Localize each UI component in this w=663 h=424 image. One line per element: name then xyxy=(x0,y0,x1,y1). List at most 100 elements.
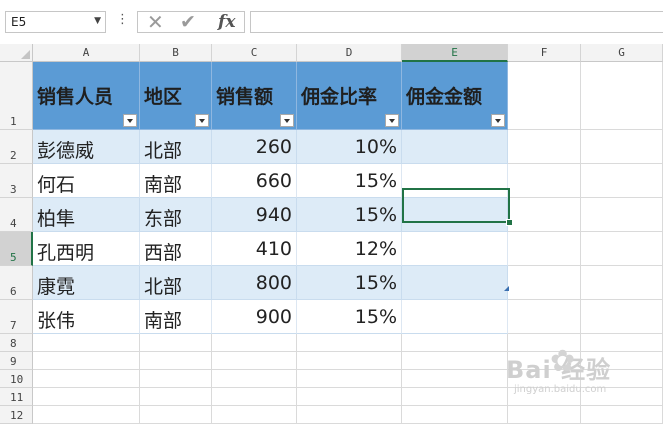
cell-g8[interactable] xyxy=(581,334,663,352)
cell-b12[interactable] xyxy=(140,406,212,424)
cell-d3[interactable]: 15% xyxy=(297,164,402,198)
cell-b3[interactable]: 南部 xyxy=(140,164,212,198)
column-header-g[interactable]: G xyxy=(581,44,663,62)
cell-b8[interactable] xyxy=(140,334,212,352)
cell-e1[interactable]: 佣金金额 xyxy=(402,62,508,130)
filter-dropdown-icon[interactable] xyxy=(491,114,505,127)
fill-handle[interactable] xyxy=(506,219,513,226)
cell-e8[interactable] xyxy=(402,334,508,352)
row-header-11[interactable]: 11 xyxy=(0,388,33,406)
cell-d10[interactable] xyxy=(297,370,402,388)
cell-a10[interactable] xyxy=(33,370,140,388)
cell-c3[interactable]: 660 xyxy=(212,164,297,198)
cell-e6[interactable] xyxy=(402,266,508,300)
column-header-c[interactable]: C xyxy=(212,44,297,62)
cell-c10[interactable] xyxy=(212,370,297,388)
column-header-f[interactable]: F xyxy=(508,44,581,62)
cell-e7[interactable] xyxy=(402,300,508,334)
cell-b6[interactable]: 北部 xyxy=(140,266,212,300)
cell-e5[interactable] xyxy=(402,232,508,266)
cell-g5[interactable] xyxy=(581,232,663,266)
cell-a2[interactable]: 彭德威 xyxy=(33,130,140,164)
cell-c5[interactable]: 410 xyxy=(212,232,297,266)
cell-g12[interactable] xyxy=(581,406,663,424)
cell-a7[interactable]: 张伟 xyxy=(33,300,140,334)
column-header-d[interactable]: D xyxy=(297,44,402,62)
cell-a12[interactable] xyxy=(33,406,140,424)
cell-g3[interactable] xyxy=(581,164,663,198)
cell-b7[interactable]: 南部 xyxy=(140,300,212,334)
cell-c11[interactable] xyxy=(212,388,297,406)
cell-e11[interactable] xyxy=(402,388,508,406)
cell-b11[interactable] xyxy=(140,388,212,406)
formula-input[interactable] xyxy=(250,11,663,33)
cell-g9[interactable] xyxy=(581,352,663,370)
cell-d6[interactable]: 15% xyxy=(297,266,402,300)
column-header-b[interactable]: B xyxy=(140,44,212,62)
cell-d8[interactable] xyxy=(297,334,402,352)
cell-e10[interactable] xyxy=(402,370,508,388)
cell-c6[interactable]: 800 xyxy=(212,266,297,300)
column-header-a[interactable]: A xyxy=(33,44,140,62)
cell-c4[interactable]: 940 xyxy=(212,198,297,232)
cell-f10[interactable] xyxy=(508,370,581,388)
cell-g11[interactable] xyxy=(581,388,663,406)
cell-d4[interactable]: 15% xyxy=(297,198,402,232)
cell-g4[interactable] xyxy=(581,198,663,232)
name-box[interactable]: E5 ▼ xyxy=(5,11,106,33)
cell-a4[interactable]: 柏隼 xyxy=(33,198,140,232)
cell-g6[interactable] xyxy=(581,266,663,300)
row-header-6[interactable]: 6 xyxy=(0,266,33,300)
cell-g2[interactable] xyxy=(581,130,663,164)
cell-e12[interactable] xyxy=(402,406,508,424)
row-header-9[interactable]: 9 xyxy=(0,352,33,370)
cell-a8[interactable] xyxy=(33,334,140,352)
cell-d5[interactable]: 12% xyxy=(297,232,402,266)
table-resize-handle[interactable] xyxy=(504,286,509,291)
cell-f1[interactable] xyxy=(508,62,581,130)
row-header-3[interactable]: 3 xyxy=(0,164,33,198)
cell-a3[interactable]: 何石 xyxy=(33,164,140,198)
row-header-5[interactable]: 5 xyxy=(0,232,33,266)
cell-c7[interactable]: 900 xyxy=(212,300,297,334)
row-header-7[interactable]: 7 xyxy=(0,300,33,334)
cell-g1[interactable] xyxy=(581,62,663,130)
cell-f4[interactable] xyxy=(508,198,581,232)
cell-b10[interactable] xyxy=(140,370,212,388)
cell-c9[interactable] xyxy=(212,352,297,370)
cell-d9[interactable] xyxy=(297,352,402,370)
cell-c12[interactable] xyxy=(212,406,297,424)
cell-a9[interactable] xyxy=(33,352,140,370)
filter-dropdown-icon[interactable] xyxy=(280,114,294,127)
cell-a6[interactable]: 康霓 xyxy=(33,266,140,300)
insert-function-icon[interactable]: fx xyxy=(218,12,235,32)
cell-f7[interactable] xyxy=(508,300,581,334)
cell-g10[interactable] xyxy=(581,370,663,388)
row-header-10[interactable]: 10 xyxy=(0,370,33,388)
cell-a11[interactable] xyxy=(33,388,140,406)
more-options-icon[interactable]: ⋮ xyxy=(116,12,129,27)
cell-d2[interactable]: 10% xyxy=(297,130,402,164)
cell-f12[interactable] xyxy=(508,406,581,424)
filter-dropdown-icon[interactable] xyxy=(123,114,137,127)
cell-d11[interactable] xyxy=(297,388,402,406)
cell-f8[interactable] xyxy=(508,334,581,352)
cancel-icon[interactable]: ✕ xyxy=(147,10,164,34)
cell-d1[interactable]: 佣金比率 xyxy=(297,62,402,130)
enter-icon[interactable]: ✔ xyxy=(180,11,196,33)
cell-c1[interactable]: 销售额 xyxy=(212,62,297,130)
filter-dropdown-icon[interactable] xyxy=(385,114,399,127)
row-header-8[interactable]: 8 xyxy=(0,334,33,352)
select-all-button[interactable] xyxy=(0,44,33,62)
cell-b9[interactable] xyxy=(140,352,212,370)
cell-b1[interactable]: 地区 xyxy=(140,62,212,130)
cell-f11[interactable] xyxy=(508,388,581,406)
chevron-down-icon[interactable]: ▼ xyxy=(94,16,101,26)
row-header-2[interactable]: 2 xyxy=(0,130,33,164)
cell-f3[interactable] xyxy=(508,164,581,198)
row-header-1[interactable]: 1 xyxy=(0,62,33,130)
cell-d7[interactable]: 15% xyxy=(297,300,402,334)
cell-c8[interactable] xyxy=(212,334,297,352)
cell-a5[interactable]: 孔西明 xyxy=(33,232,140,266)
cell-f5[interactable] xyxy=(508,232,581,266)
